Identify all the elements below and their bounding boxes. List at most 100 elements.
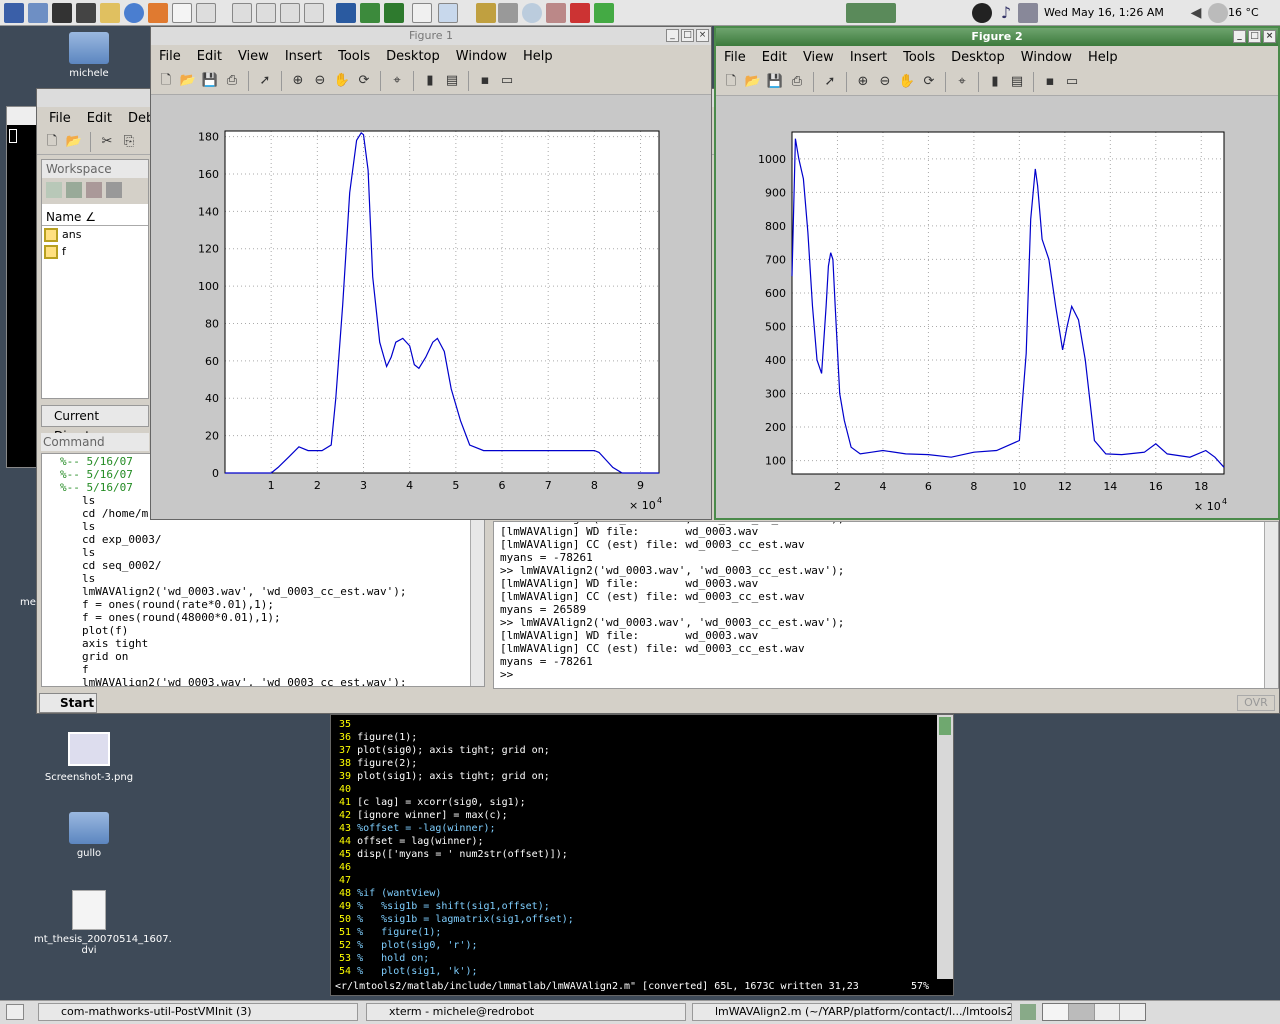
volume-icon[interactable]: ◀ <box>1186 3 1206 23</box>
taskbar-item-matlab[interactable]: com-mathworks-util-PostVMInit (3) <box>38 1003 358 1021</box>
history-entry[interactable]: %-- 5/16/07 <box>60 455 133 468</box>
menu-insert[interactable]: Insert <box>842 50 895 65</box>
history-entry[interactable]: lmWAVAlign2('wd_0003.wav', 'wd_0003_cc_e… <box>82 676 407 686</box>
workspace-2[interactable] <box>1068 1004 1095 1020</box>
open-icon[interactable]: 📂 <box>179 72 197 90</box>
menu-file[interactable]: File <box>41 111 79 126</box>
minimize-button[interactable]: _ <box>666 29 679 42</box>
data-cursor-icon[interactable]: ⌖ <box>388 72 406 90</box>
workspace-3[interactable] <box>1094 1004 1121 1020</box>
xterm-window-partial[interactable] <box>6 106 38 468</box>
home-folder-icon[interactable] <box>28 3 48 23</box>
menu-edit[interactable]: Edit <box>754 50 795 65</box>
windows-icon[interactable] <box>438 3 458 23</box>
history-entry[interactable]: f <box>82 663 89 676</box>
current-dir-tab[interactable]: Current Director <box>41 405 149 443</box>
taskbar-item-vim[interactable]: lmWAVAlign2.m (~/YARP/platform/contact/l… <box>692 1003 1012 1021</box>
history-entry[interactable]: cd /home/m <box>82 507 148 520</box>
hide-plot-tools-icon[interactable]: ▪ <box>1041 73 1059 91</box>
start-button[interactable]: Start <box>39 693 97 713</box>
desktop-icon-screenshot[interactable]: Screenshot-3.png <box>34 732 144 783</box>
show-plot-tools-icon[interactable]: ▭ <box>1063 73 1081 91</box>
menu-view[interactable]: View <box>795 50 842 65</box>
history-entry[interactable]: grid on <box>82 650 128 663</box>
minimize-button[interactable]: _ <box>1233 30 1246 43</box>
history-entry[interactable]: f = ones(round(rate*0.01),1); <box>82 598 274 611</box>
print-icon[interactable]: ⎙ <box>223 72 241 90</box>
terminal-icon[interactable] <box>52 3 72 23</box>
menu-insert[interactable]: Insert <box>277 49 330 64</box>
menu-window[interactable]: Window <box>1013 50 1080 65</box>
select-arrow-icon[interactable]: ➚ <box>821 73 839 91</box>
home-icon[interactable] <box>570 3 590 23</box>
zoom-in-icon[interactable]: ⊕ <box>289 72 307 90</box>
chart-icon[interactable] <box>412 3 432 23</box>
data-cursor-icon[interactable]: ⌖ <box>953 73 971 91</box>
maximize-button[interactable]: □ <box>681 29 694 42</box>
colorbar-icon[interactable]: ▮ <box>421 72 439 90</box>
plot-area[interactable] <box>791 131 1225 475</box>
menu-tools[interactable]: Tools <box>330 49 378 64</box>
workspace-4[interactable] <box>1120 1004 1145 1020</box>
search-icon[interactable] <box>522 3 542 23</box>
workspace-header[interactable]: Name ∠ <box>42 208 148 226</box>
menu-file[interactable]: File <box>151 49 189 64</box>
plot-var-icon[interactable] <box>106 182 122 198</box>
network-icon[interactable] <box>594 3 614 23</box>
maximize-button[interactable]: □ <box>1248 30 1261 43</box>
history-entry[interactable]: f = ones(round(48000*0.01),1); <box>82 611 281 624</box>
disk-icon[interactable] <box>476 3 496 23</box>
figure1-chart[interactable]: 1 2 3 4 5 6 7 8 9020406080100120140160180× 10 4 <box>151 95 711 519</box>
pan-icon[interactable]: ✋ <box>333 72 351 90</box>
chat-icon[interactable] <box>196 3 216 23</box>
window-list-icon-1[interactable] <box>232 3 252 23</box>
menu-window[interactable]: Window <box>448 49 515 64</box>
cut-icon[interactable]: ✂ <box>98 133 116 151</box>
command-window[interactable]: >> lmWAVAlign2('wd_0003.wav', 'wd_0003_c… <box>493 521 1279 689</box>
open-icon[interactable]: 📂 <box>744 73 762 91</box>
workspace-var-f[interactable]: f <box>42 243 148 260</box>
accessibility-icon[interactable] <box>972 3 992 23</box>
drive-icon[interactable] <box>498 3 518 23</box>
new-figure-icon[interactable]: 🗋 <box>157 72 175 90</box>
figure1-window[interactable]: Figure 1 _ □ × File Edit View Insert Tools Desk… <box>150 26 712 520</box>
figure2-window[interactable]: Figure 2 _ □ × File Edit View Insert Tools Desk… <box>714 26 1280 520</box>
history-entry[interactable]: %-- 5/16/07 <box>60 481 133 494</box>
vim-editor-window[interactable]: <r/lmtools2/matlab/include/lmmatlab/lmWA… <box>330 714 954 996</box>
history-entry[interactable]: cd seq_0002/ <box>82 559 161 572</box>
legend-icon[interactable]: ▤ <box>443 72 461 90</box>
menu-desktop[interactable]: Desktop <box>378 49 448 64</box>
cmd-scrollbar[interactable] <box>1264 522 1278 688</box>
menu-edit[interactable]: Edit <box>79 111 120 126</box>
colorbar-icon[interactable]: ▮ <box>986 73 1004 91</box>
zoom-out-icon[interactable]: ⊖ <box>311 72 329 90</box>
history-entry[interactable]: axis tight <box>82 637 148 650</box>
copy-icon[interactable]: ⎘ <box>120 133 138 151</box>
calendar-icon[interactable] <box>172 3 192 23</box>
graph2-icon[interactable] <box>384 3 404 23</box>
menu-help[interactable]: Help <box>515 49 561 64</box>
workspace-switcher[interactable] <box>1042 1003 1146 1021</box>
figure2-title-bar[interactable]: Figure 2 _ □ × <box>716 28 1278 46</box>
history-entry[interactable]: plot(f) <box>82 624 128 637</box>
plot-area[interactable] <box>224 130 660 474</box>
workspace-1[interactable] <box>1043 1004 1069 1020</box>
zoom-out-icon[interactable]: ⊖ <box>876 73 894 91</box>
browser-icon[interactable] <box>124 3 144 23</box>
figure1-title-bar[interactable]: Figure 1 _ □ × <box>151 27 711 45</box>
show-desktop-icon[interactable] <box>6 1004 24 1020</box>
history-entry[interactable]: cd exp_0003/ <box>82 533 161 546</box>
music-icon[interactable]: ♪ <box>996 3 1016 23</box>
history-entry[interactable]: lmWAVAlign2('wd_0003.wav', 'wd_0003_cc_e… <box>82 585 407 598</box>
new-file-icon[interactable]: 🗋 <box>43 133 61 151</box>
window-list-icon-2[interactable] <box>256 3 276 23</box>
save-icon[interactable]: 💾 <box>766 73 784 91</box>
close-button[interactable]: × <box>696 29 709 42</box>
close-button[interactable]: × <box>1263 30 1276 43</box>
clock[interactable]: Wed May 16, 1:26 AM <box>1044 6 1164 19</box>
history-entry[interactable]: ls <box>82 546 95 559</box>
rotate-icon[interactable]: ⟳ <box>355 72 373 90</box>
history-entry[interactable]: ls <box>82 494 95 507</box>
window-list-icon-3[interactable] <box>280 3 300 23</box>
menu-edit[interactable]: Edit <box>189 49 230 64</box>
